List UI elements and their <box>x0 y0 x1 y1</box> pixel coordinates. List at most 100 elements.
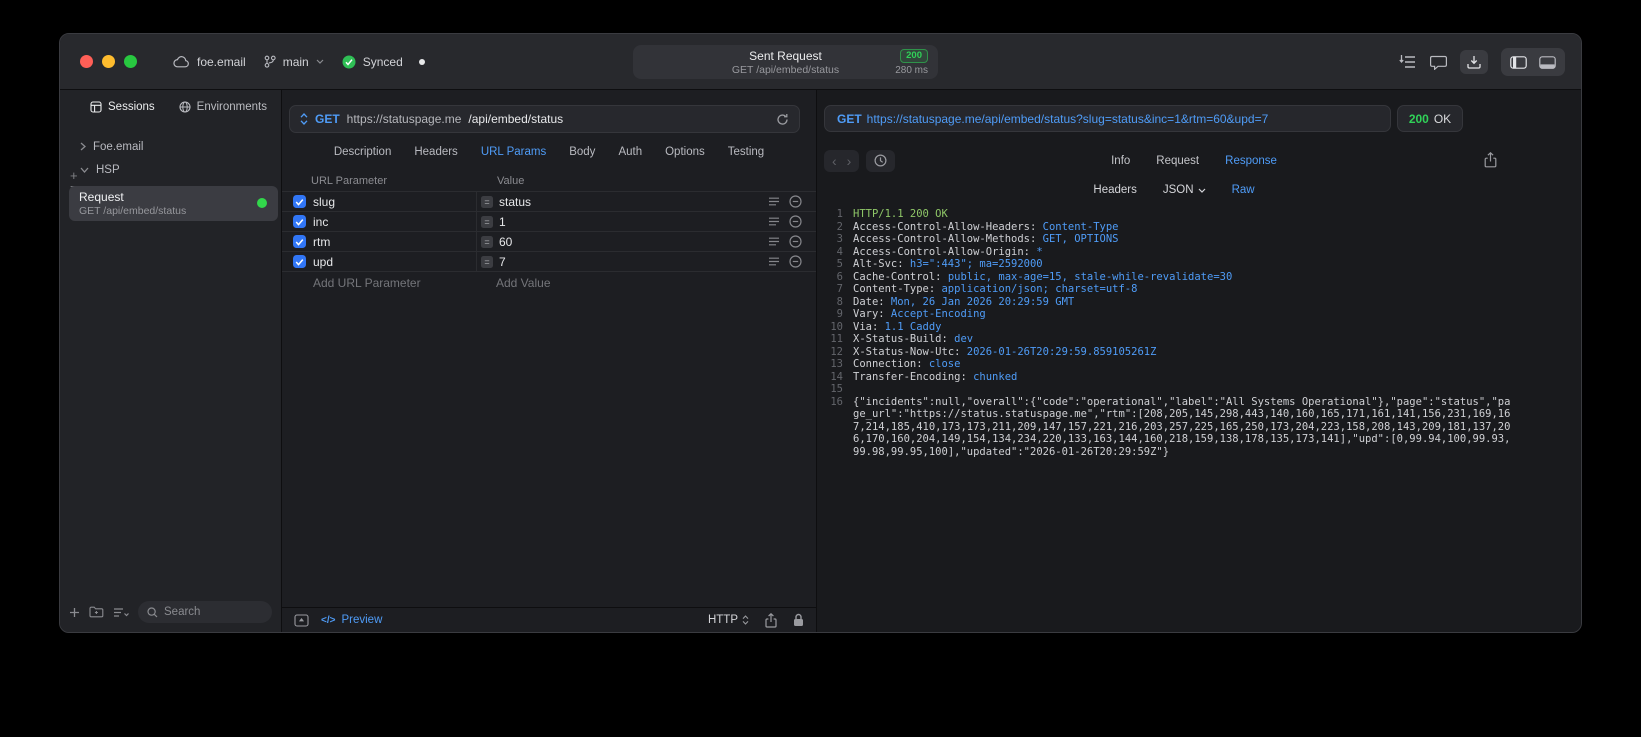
param-checkbox[interactable] <box>293 255 306 268</box>
sort-filter-button[interactable] <box>113 607 129 618</box>
row-options-icon[interactable] <box>768 217 780 226</box>
add-request-button[interactable] <box>69 607 80 618</box>
add-value-button[interactable]: Add Value <box>476 276 551 290</box>
table-header: URL Parameter Value <box>282 171 816 192</box>
close-button[interactable] <box>80 55 93 68</box>
remove-row-icon[interactable] <box>789 255 802 268</box>
param-name[interactable]: slug <box>313 195 476 209</box>
response-url: https://statuspage.me/api/embed/status?s… <box>866 111 1269 126</box>
back-button[interactable]: ‹ <box>832 153 837 169</box>
sync-status[interactable]: Synced <box>342 55 403 69</box>
param-value[interactable]: 1 <box>499 215 506 229</box>
request-url-bar[interactable]: GET https://statuspage.me /api/embed/sta… <box>289 105 800 133</box>
equals-box-icon: = <box>481 255 493 268</box>
globe-icon <box>179 101 191 113</box>
tree-item-foe-email[interactable]: Foe.email <box>60 135 281 158</box>
subtab-json-label: JSON <box>1162 184 1194 196</box>
response-status-code: 200 <box>1408 111 1429 126</box>
requests-list-icon[interactable] <box>1399 54 1417 70</box>
request-url-path[interactable]: /api/embed/status <box>468 112 563 126</box>
sent-request-pill[interactable]: Sent Request GET /api/embed/status 200 2… <box>633 45 938 79</box>
add-url-parameter-button[interactable]: Add URL Parameter <box>313 276 476 290</box>
subtab-raw-label: Raw <box>1231 184 1255 196</box>
response-pane: GET https://statuspage.me/api/embed/stat… <box>817 90 1581 632</box>
tab-request[interactable]: Request <box>1156 155 1199 167</box>
synced-check-icon <box>342 55 356 69</box>
code-line: 15 <box>830 383 843 395</box>
tree-item-label: HSP <box>96 163 120 176</box>
branch-name: main <box>282 54 309 69</box>
tree-item-hsp[interactable]: HSP <box>60 158 281 181</box>
tab-options[interactable]: Options <box>665 146 705 158</box>
param-value[interactable]: status <box>499 195 531 209</box>
history-nav: ‹ › <box>824 149 860 172</box>
subtab-json[interactable]: JSON <box>1163 184 1206 196</box>
sidebar-tabs: Sessions Environments <box>60 101 281 113</box>
param-name[interactable]: upd <box>313 255 476 269</box>
tab-response[interactable]: Response <box>1225 155 1277 167</box>
row-options-icon[interactable] <box>768 197 780 206</box>
request-item-title: Request <box>79 190 124 204</box>
sidebar: Sessions Environments + − Fo <box>60 90 282 632</box>
request-editor-footer: </> Preview HTTP <box>282 607 816 632</box>
zoom-button[interactable] <box>124 55 137 68</box>
code-line: 10 Via: 1.1 Caddy <box>830 320 942 333</box>
tab-headers[interactable]: Headers <box>414 146 457 158</box>
search-icon <box>147 606 158 618</box>
history-button[interactable] <box>866 149 896 172</box>
branch-switcher[interactable]: main <box>264 55 324 69</box>
tab-url-params[interactable]: URL Params <box>481 146 546 158</box>
tab-info[interactable]: Info <box>1111 155 1130 167</box>
preview-label: Preview <box>341 614 383 626</box>
tab-sessions[interactable]: Sessions <box>90 101 155 113</box>
code-line: 6 Cache-Control: public, max-age=15, stale… <box>836 270 1233 283</box>
main-content: Sessions Environments + − Fo <box>60 90 1581 632</box>
preview-button[interactable]: </> Preview <box>321 614 382 626</box>
request-method[interactable]: GET <box>315 112 340 126</box>
tab-testing[interactable]: Testing <box>728 146 764 158</box>
minimize-button[interactable] <box>102 55 115 68</box>
request-list-item-selected[interactable]: Request GET /api/embed/status <box>69 186 278 221</box>
titlebar: foe.email main Synced Sent Request GET /… <box>60 34 1581 90</box>
request-editor-pane: GET https://statuspage.me /api/embed/sta… <box>282 90 817 632</box>
project-switcher[interactable]: foe.email <box>173 55 246 69</box>
import-tray-button[interactable] <box>1460 50 1488 74</box>
param-name[interactable]: inc <box>313 215 476 229</box>
search-input[interactable]: Search <box>138 601 272 623</box>
sent-request-url[interactable]: GET https://statuspage.me/api/embed/stat… <box>824 105 1391 132</box>
param-checkbox[interactable] <box>293 195 306 208</box>
tab-environments[interactable]: Environments <box>179 101 267 113</box>
sync-label: Synced <box>362 54 403 69</box>
collapse-panel-icon[interactable] <box>294 613 309 627</box>
param-value[interactable]: 7 <box>499 255 506 269</box>
share-icon[interactable] <box>765 612 777 628</box>
param-checkbox[interactable] <box>293 215 306 228</box>
row-options-icon[interactable] <box>768 257 780 266</box>
http-version-select[interactable]: HTTP <box>708 614 749 626</box>
tab-description[interactable]: Description <box>334 146 392 158</box>
sessions-icon <box>90 101 102 113</box>
param-name[interactable]: rtm <box>313 235 476 249</box>
export-icon[interactable] <box>1484 152 1497 168</box>
reload-icon[interactable] <box>776 113 789 126</box>
toggle-bottom-panel-icon[interactable] <box>1533 55 1562 69</box>
request-url-host[interactable]: https://statuspage.me <box>347 112 462 126</box>
remove-row-icon[interactable] <box>789 235 802 248</box>
comments-icon[interactable] <box>1430 55 1447 70</box>
remove-row-icon[interactable] <box>789 215 802 228</box>
tab-auth[interactable]: Auth <box>618 146 642 158</box>
param-value[interactable]: 60 <box>499 235 512 249</box>
response-top-bar: GET https://statuspage.me/api/embed/stat… <box>824 105 1581 132</box>
unsaved-indicator-dot <box>418 58 425 65</box>
response-raw-view[interactable]: 1 HTTP/1.1 200 OK 2 Access-Control-Allow-H… <box>817 208 1581 458</box>
tab-body[interactable]: Body <box>569 146 595 158</box>
subtab-headers[interactable]: Headers <box>1093 184 1136 196</box>
subtab-raw[interactable]: Raw <box>1232 184 1255 196</box>
toggle-sidebar-icon[interactable] <box>1504 55 1533 69</box>
row-options-icon[interactable] <box>768 237 780 246</box>
forward-button[interactable]: › <box>847 153 852 169</box>
lock-icon[interactable] <box>793 613 804 627</box>
param-checkbox[interactable] <box>293 235 306 248</box>
table-row: slug = status <box>282 192 816 212</box>
new-folder-button[interactable] <box>89 606 104 618</box>
